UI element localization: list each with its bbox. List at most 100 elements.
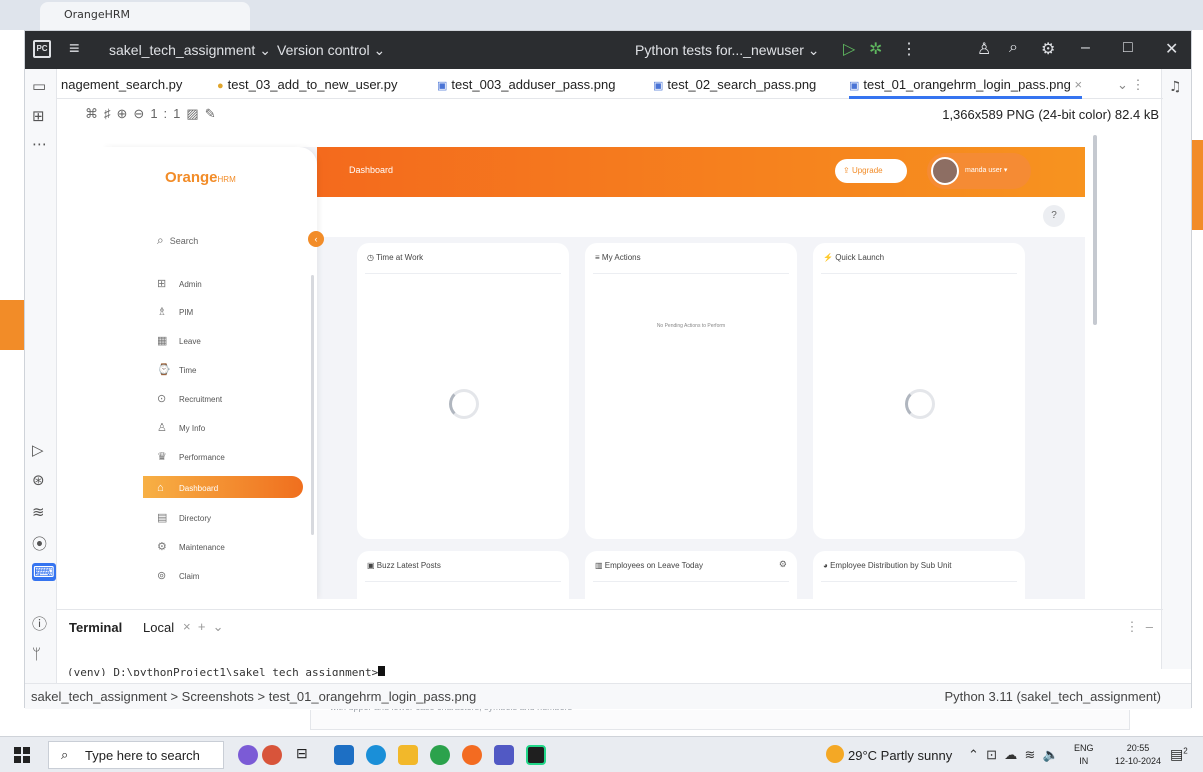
editor-tab-active[interactable]: ▣ test_01_orangehrm_login_pass.png × xyxy=(849,69,1083,99)
user-dropdown[interactable]: manda user ▾ xyxy=(927,153,1031,189)
search-everywhere-icon[interactable]: ⌕ xyxy=(1009,39,1018,57)
collapse-sidebar-button[interactable]: ‹ xyxy=(308,231,324,247)
fit-icon[interactable]: ⌘ xyxy=(85,106,104,121)
left-tool-strip: ▭ ⊞ ⋯ ▷ ⊛ ≋ ⦿ ⌨ ⓘ ᛘ xyxy=(25,69,57,709)
sidebar-item-recruitment[interactable]: ⊙ Recruitment xyxy=(157,392,317,414)
teams-icon[interactable] xyxy=(494,745,514,765)
widgets-icon[interactable] xyxy=(238,745,258,765)
clock[interactable]: 20:55 12-10-2024 xyxy=(1115,742,1161,768)
widgets-icon-2[interactable] xyxy=(262,745,282,765)
breadcrumb[interactable]: sakel_tech_assignment > Screenshots > te… xyxy=(31,689,476,704)
image-tools: ⌘♯⊕⊖1:1▨✎ xyxy=(85,106,222,122)
more-tools-icon[interactable]: ⋯ xyxy=(32,135,47,153)
orangehrm-page: Dashboard ⇪ Upgrade manda user ▾ ? Orang… xyxy=(103,147,1085,599)
sidebar-item-time[interactable]: ⌚ Time xyxy=(157,363,317,385)
more-actions-icon[interactable]: ⋮ xyxy=(901,39,917,59)
file-explorer-icon[interactable] xyxy=(398,745,418,765)
run-configuration-selector[interactable]: Python tests for..._newuser ⌄ xyxy=(635,42,820,59)
color-picker-icon[interactable]: ✎ xyxy=(205,106,222,121)
grid-icon[interactable]: ♯ xyxy=(104,106,117,121)
taskbar-search-input[interactable]: ⌕ Type here to search xyxy=(48,741,224,769)
avatar xyxy=(931,157,959,185)
browser-tab[interactable]: OrangeHRM xyxy=(40,2,250,30)
search-icon: ⌕ xyxy=(157,233,164,247)
sidebar-item-performance[interactable]: ♛ Performance xyxy=(157,450,317,472)
editor-tab[interactable]: ▣ test_02_search_pass.png xyxy=(653,77,816,92)
problems-icon[interactable]: ⓘ xyxy=(32,613,47,634)
loading-spinner-icon xyxy=(449,389,479,419)
windows-start-icon[interactable] xyxy=(14,747,30,763)
terminal-body[interactable]: (venv) D:\pythonProject1\sakel_tech_assi… xyxy=(57,643,1163,683)
version-control-menu[interactable]: Version control ⌄ xyxy=(277,42,385,59)
services-icon[interactable]: ⦿ xyxy=(32,533,47,554)
header-title: Dashboard xyxy=(349,165,394,175)
terminal-prompt: (venv) D:\pythonProject1\sakel_tech_assi… xyxy=(67,666,386,676)
page-scrollbar[interactable] xyxy=(1093,135,1097,325)
editor-tab[interactable]: nagement_search.py xyxy=(61,77,182,92)
maximize-icon[interactable]: □ xyxy=(1123,39,1133,57)
orangehrm-subbar: ? xyxy=(317,197,1085,237)
sidebar-item-dashboard[interactable]: ⌂ Dashboard xyxy=(143,476,303,498)
zoom-out-icon[interactable]: ⊖ xyxy=(133,106,150,121)
run-icon[interactable]: ▷ xyxy=(843,39,855,59)
minimize-icon[interactable]: – xyxy=(1081,39,1090,57)
windows-taskbar: ⌕ Type here to search ⊟ 29°C Partly sunn… xyxy=(0,736,1203,772)
python-interpreter[interactable]: Python 3.11 (sakel_tech_assignment) xyxy=(944,689,1161,704)
terminal-header: Terminal Local × + ⌄ ⋮ – xyxy=(57,609,1163,643)
editor-tabs: nagement_search.py ● test_03_add_to_new_u… xyxy=(57,69,1163,99)
input-language[interactable]: ENG IN xyxy=(1074,742,1094,768)
system-tray-icons[interactable]: ⌃ ⊡ ☁ ≋ 🔈 xyxy=(968,747,1059,763)
sidebar-item-maintenance[interactable]: ⚙ Maintenance xyxy=(157,540,317,562)
maintenance-icon: ⚙ xyxy=(157,541,167,553)
task-view-icon[interactable]: ⊟ xyxy=(296,745,316,765)
edge-icon[interactable] xyxy=(366,745,386,765)
firefox-icon[interactable] xyxy=(462,745,482,765)
sidebar-item-directory[interactable]: ▤ Directory xyxy=(157,511,317,533)
card-settings-icon[interactable]: ⚙ xyxy=(779,559,787,570)
directory-icon: ▤ xyxy=(157,512,168,524)
weather-text[interactable]: 29°C Partly sunny xyxy=(848,748,952,763)
structure-tool-icon[interactable]: ⊞ xyxy=(32,107,45,125)
editor-tab[interactable]: ● test_03_add_to_new_user.py xyxy=(217,77,398,92)
help-button[interactable]: ? xyxy=(1043,205,1065,227)
project-selector[interactable]: sakel_tech_assignment ⌄ xyxy=(109,42,271,59)
terminal-tab-actions[interactable]: × + ⌄ xyxy=(183,619,224,635)
upgrade-button[interactable]: ⇪ Upgrade xyxy=(835,159,907,183)
close-tab-icon[interactable]: × xyxy=(1074,77,1082,92)
pim-icon: ♗ xyxy=(157,306,167,318)
card-divider xyxy=(365,273,561,274)
zoom-in-icon[interactable]: ⊕ xyxy=(117,106,134,121)
notifications-icon[interactable]: ▤2 xyxy=(1170,746,1188,763)
terminal-options-icon[interactable]: ⋮ – xyxy=(1126,619,1153,635)
sidebar-search[interactable]: ⌕ Search xyxy=(157,233,198,248)
settings-icon[interactable]: ⚙ xyxy=(1041,39,1055,59)
notifications-bell-icon[interactable]: ♫ xyxy=(1169,79,1182,95)
chrome-icon[interactable] xyxy=(430,745,450,765)
main-menu-icon[interactable]: ≡ xyxy=(69,38,80,59)
terminal-tab-local[interactable]: Local xyxy=(143,620,174,635)
sidebar-item-leave[interactable]: ▦ Leave xyxy=(157,334,317,356)
sidebar-item-my-info[interactable]: ♙ My Info xyxy=(157,421,317,443)
tabs-dropdown-icon[interactable]: ⌄ ⋮ xyxy=(1117,77,1145,93)
employees-on-leave-card: ▥ Employees on Leave Today ⚙ xyxy=(585,551,797,599)
sidebar-item-admin[interactable]: ⊞ Admin xyxy=(157,277,317,299)
leave-list-icon: ▥ xyxy=(595,561,603,570)
editor-tab[interactable]: ▣ test_003_adduser_pass.png xyxy=(437,77,615,92)
terminal-tool-icon[interactable]: ⌨ xyxy=(32,563,56,581)
sidebar-item-pim[interactable]: ♗ PIM xyxy=(157,305,317,327)
pycharm-taskbar-icon[interactable] xyxy=(526,745,546,765)
background-icon[interactable]: ▨ xyxy=(186,106,204,121)
dashboard-icon: ⌂ xyxy=(157,482,164,494)
run-tool-icon[interactable]: ▷ xyxy=(32,441,44,459)
card-divider xyxy=(821,581,1017,582)
project-tool-icon[interactable]: ▭ xyxy=(32,77,46,95)
close-icon[interactable]: ✕ xyxy=(1165,39,1178,59)
python-packages-icon[interactable]: ⊛ xyxy=(32,471,45,489)
debug-icon[interactable]: ✲ xyxy=(869,39,882,59)
git-icon[interactable]: ᛘ xyxy=(32,645,41,663)
actual-size-button[interactable]: 1:1 xyxy=(150,106,186,121)
mail-icon[interactable] xyxy=(334,745,354,765)
sidebar-item-claim[interactable]: ⊚ Claim xyxy=(157,569,317,591)
layers-icon[interactable]: ≋ xyxy=(32,503,45,521)
add-user-icon[interactable]: ♙ xyxy=(977,39,991,59)
